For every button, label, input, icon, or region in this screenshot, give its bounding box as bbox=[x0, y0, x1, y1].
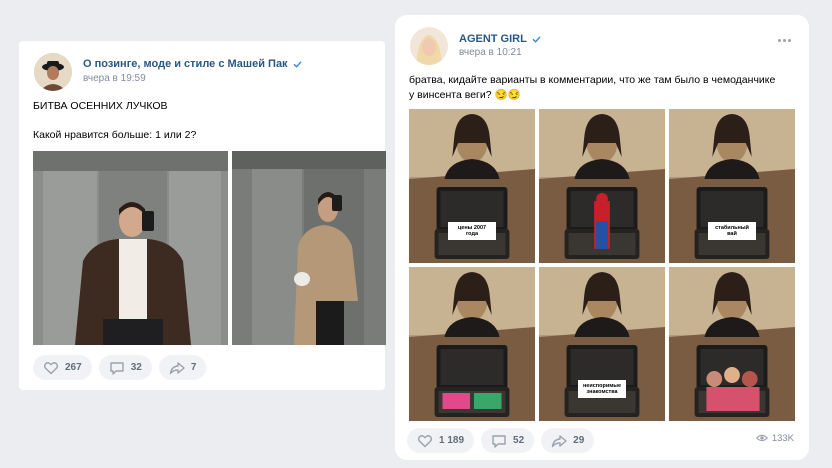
meme-caption: стабильный вай bbox=[708, 221, 756, 240]
author-link[interactable]: AGENT GIRL bbox=[459, 33, 527, 45]
comments-count: 52 bbox=[513, 435, 525, 446]
meme-caption: неиспоримые знакомства bbox=[578, 379, 626, 398]
post-time[interactable]: вчера в 19:59 bbox=[83, 73, 146, 84]
likes-count: 267 bbox=[65, 362, 82, 373]
like-button[interactable]: 1 189 bbox=[407, 428, 475, 453]
comment-icon bbox=[492, 434, 506, 448]
author-name[interactable]: AGENT GIRL bbox=[459, 33, 541, 45]
post-photo-2[interactable] bbox=[232, 151, 386, 345]
post-card-right: AGENT GIRL вчера в 10:21 братва, кидайте… bbox=[395, 15, 809, 460]
author-avatar[interactable] bbox=[34, 53, 72, 91]
meme-image-5[interactable]: неиспоримые знакомства bbox=[539, 267, 665, 421]
heart-icon bbox=[43, 361, 59, 374]
heart-icon bbox=[417, 434, 433, 447]
reactions-bar: 267 32 7 bbox=[33, 355, 207, 380]
verified-icon bbox=[532, 36, 541, 43]
post-card-left: О позинге, моде и стиле с Машей Пак вчер… bbox=[19, 41, 386, 390]
post-question: Какой нравится больше: 1 или 2? bbox=[33, 129, 197, 141]
meme-image-2[interactable] bbox=[539, 109, 665, 263]
like-button[interactable]: 267 bbox=[33, 355, 92, 380]
views-counter: 133K bbox=[755, 432, 794, 444]
meme-image-4[interactable] bbox=[409, 267, 535, 421]
comment-button[interactable]: 32 bbox=[98, 355, 152, 380]
meme-caption: цены 2007 года bbox=[448, 221, 496, 240]
meme-image-1[interactable]: цены 2007 года bbox=[409, 109, 535, 263]
verified-icon bbox=[293, 61, 301, 68]
post-time[interactable]: вчера в 10:21 bbox=[459, 47, 522, 58]
meme-image-6[interactable] bbox=[669, 267, 795, 421]
shares-count: 7 bbox=[190, 362, 197, 373]
meme-image-3[interactable]: стабильный вай bbox=[669, 109, 795, 263]
share-button[interactable]: 29 bbox=[541, 428, 595, 453]
author-name[interactable]: О позинге, моде и стиле с Машей Пак bbox=[83, 58, 302, 70]
comment-icon bbox=[109, 361, 124, 375]
post-text: братва, кидайте варианты в комментарии, … bbox=[409, 74, 776, 101]
likes-count: 1 189 bbox=[439, 435, 465, 446]
eye-icon bbox=[755, 434, 768, 442]
views-count: 133K bbox=[771, 432, 794, 444]
share-button[interactable]: 7 bbox=[158, 355, 207, 380]
more-icon[interactable] bbox=[778, 39, 791, 42]
share-icon bbox=[551, 434, 567, 447]
comment-button[interactable]: 52 bbox=[481, 428, 535, 453]
comments-count: 32 bbox=[130, 362, 142, 373]
author-avatar[interactable] bbox=[410, 27, 448, 65]
post-title: БИТВА ОСЕННИХ ЛУЧКОВ bbox=[33, 100, 168, 112]
post-photo-1[interactable] bbox=[33, 151, 228, 345]
reactions-bar: 1 189 52 29 bbox=[407, 428, 595, 453]
meme-grid: цены 2007 года стабильный вай неиспоримы… bbox=[409, 109, 795, 421]
share-icon bbox=[169, 361, 185, 374]
shares-count: 29 bbox=[573, 435, 585, 446]
author-link[interactable]: О позинге, моде и стиле с Машей Пак bbox=[83, 58, 288, 70]
